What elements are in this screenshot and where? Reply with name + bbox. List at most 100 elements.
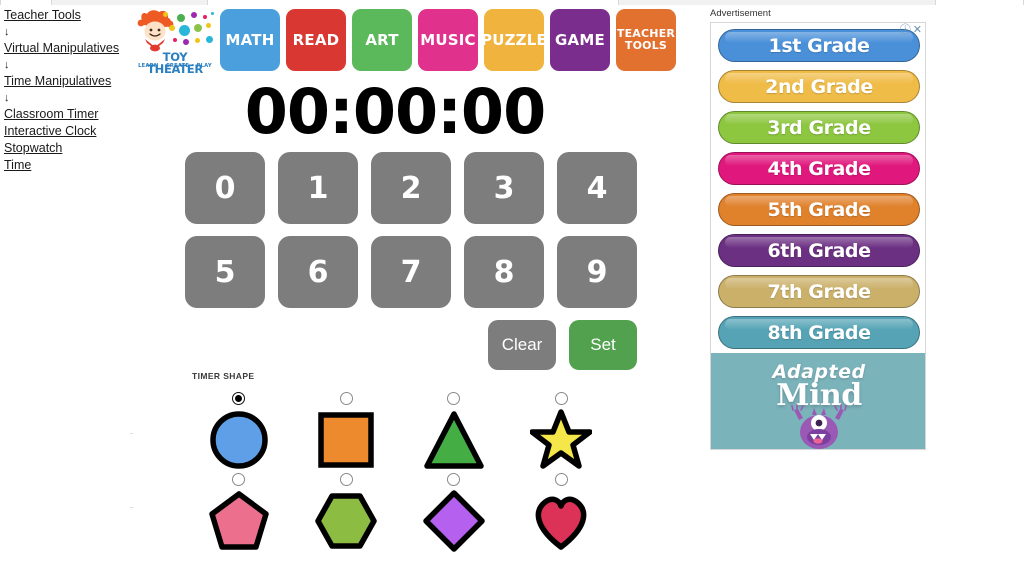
ad-grade-button-7th-grade[interactable]: 7th Grade [718,275,920,308]
ad-grade-button-1st-grade[interactable]: 1st Grade [718,29,920,62]
nav-button-game[interactable]: GAME [550,9,610,71]
logo-dot [183,39,189,45]
keypad-key-3[interactable]: 3 [464,152,544,224]
ad-grade-label: 3rd Grade [767,116,871,139]
keypad-key-0[interactable]: 0 [185,152,265,224]
keypad-key-4[interactable]: 4 [557,152,637,224]
nav-button-music[interactable]: MUSIC [418,9,478,71]
ad-grade-label: 8th Grade [767,321,871,344]
ad-grade-button-8th-grade[interactable]: 8th Grade [718,316,920,349]
advertisement-panel: ⓘ ✕ 1st Grade 2nd Grade 3rd Grade 4th Grade… [710,22,926,450]
ad-grade-label: 6th Grade [767,239,871,262]
keypad-key-7[interactable]: 7 [371,236,451,308]
pentagon-shape-icon[interactable] [208,490,270,552]
ad-grade-button-3rd-grade[interactable]: 3rd Grade [718,111,920,144]
shape-option-triangle[interactable] [400,392,508,471]
logo-dot [169,25,175,31]
sidebar-link-teacher-tools[interactable]: Teacher Tools [4,7,129,24]
shape-row [185,473,615,552]
sidebar-link-classroom-timer[interactable]: Classroom Timer [4,106,129,123]
nav-button-art[interactable]: ART [352,9,412,71]
keypad-key-5[interactable]: 5 [185,236,265,308]
square-shape-icon[interactable] [315,409,377,471]
nav-button-math[interactable]: MATH [220,9,280,71]
star-shape-icon[interactable] [530,409,593,471]
nav-button-read[interactable]: READ [286,9,346,71]
nav-button-puzzle[interactable]: PUZZLE [481,9,547,71]
ad-grade-label: 5th Grade [767,198,871,221]
sidebar-link-interactive-clock[interactable]: Interactive Clock [4,123,129,140]
breadcrumb-arrow-icon: ↓ [4,92,10,104]
shape-option-square[interactable] [293,392,401,471]
circle-shape-icon[interactable] [208,409,270,471]
logo-artwork [133,9,217,53]
keypad-action-row: Clear Set [185,320,637,370]
shape-option-diamond[interactable] [400,473,508,552]
shape-radio-hexagon[interactable] [339,473,353,486]
shape-radio-heart[interactable] [554,473,568,486]
ad-grade-button-2nd-grade[interactable]: 2nd Grade [718,70,920,103]
logo-dot [206,36,213,43]
sidebar-link-time-manipulatives[interactable]: Time Manipulatives [4,73,129,90]
sidebar-link-stopwatch[interactable]: Stopwatch [4,140,129,157]
ad-grade-button-6th-grade[interactable]: 6th Grade [718,234,920,267]
timer-shape-label: TIMER SHAPE [192,371,255,381]
set-button[interactable]: Set [569,320,637,370]
shape-radio-square[interactable] [339,392,353,405]
clear-button[interactable]: Clear [488,320,556,370]
logo-dot [206,23,211,28]
page-root: Teacher Tools ↓ Virtual Manipulatives ↓ Time… [0,0,1024,587]
keypad-row-1: 01234 [185,152,637,224]
nav-button-teacher-tools[interactable]: TEACHER TOOLS [616,9,676,71]
top-chrome-strip [0,0,1024,5]
keypad-key-1[interactable]: 1 [278,152,358,224]
sidebar-link-time[interactable]: Time [4,157,129,174]
sidebar-link-virtual-manipulatives[interactable]: Virtual Manipulatives [4,40,129,57]
keypad-key-2[interactable]: 2 [371,152,451,224]
jester-logo-icon [137,10,174,52]
logo-dot [195,38,200,43]
shape-option-star[interactable] [508,392,616,471]
ad-grade-label: 7th Grade [767,280,871,303]
shape-option-hexagon[interactable] [293,473,401,552]
shape-option-circle[interactable] [185,392,293,471]
timer-shape-grid [185,392,615,554]
keypad-key-8[interactable]: 8 [464,236,544,308]
chrome-segment-mid [207,0,619,5]
logo-dot [163,12,168,17]
ad-controls: ⓘ ✕ [900,25,922,36]
shape-option-heart[interactable] [508,473,616,552]
breadcrumb-arrow-icon: ↓ [4,26,10,38]
keypad-key-6[interactable]: 6 [278,236,358,308]
chrome-segment-left [0,0,52,5]
keypad-key-9[interactable]: 9 [557,236,637,308]
shape-radio-diamond[interactable] [447,473,461,486]
breadcrumb-arrow-icon: ↓ [4,59,10,71]
ad-close-icon[interactable]: ✕ [913,25,922,36]
logo-dot [173,38,177,42]
toy-theater-logo[interactable]: TOY THEATER LEARN • CREATE • PLAY [133,9,217,75]
ad-grade-button-4th-grade[interactable]: 4th Grade [718,152,920,185]
logo-tagline: LEARN • CREATE • PLAY [138,63,212,69]
ad-grade-button-5th-grade[interactable]: 5th Grade [718,193,920,226]
advertisement-label: Advertisement [710,8,771,19]
shape-row [185,392,615,471]
main-nav: MATH READ ART MUSIC PUZZLE GAME TEACHER TOOLS [220,9,676,71]
hexagon-shape-icon[interactable] [315,490,377,552]
ad-brand-banner[interactable]: Adapted Mind [711,353,925,449]
shape-radio-star[interactable] [554,392,568,405]
breadcrumb-sidebar: Teacher Tools ↓ Virtual Manipulatives ↓ Time… [4,7,129,174]
shape-radio-triangle[interactable] [447,392,461,405]
diamond-shape-icon[interactable] [423,490,485,552]
chrome-segment-right [935,0,1024,5]
heart-shape-icon[interactable] [530,490,592,552]
triangle-shape-icon[interactable] [423,409,485,471]
logo-dot [203,15,207,19]
shape-radio-pentagon[interactable] [232,473,246,486]
ad-grade-label: 2nd Grade [765,75,873,98]
shape-radio-circle[interactable] [232,392,246,405]
logo-dot [179,25,190,36]
shape-option-pentagon[interactable] [185,473,293,552]
ad-info-icon[interactable]: ⓘ [900,25,911,36]
logo-dot [194,24,202,32]
